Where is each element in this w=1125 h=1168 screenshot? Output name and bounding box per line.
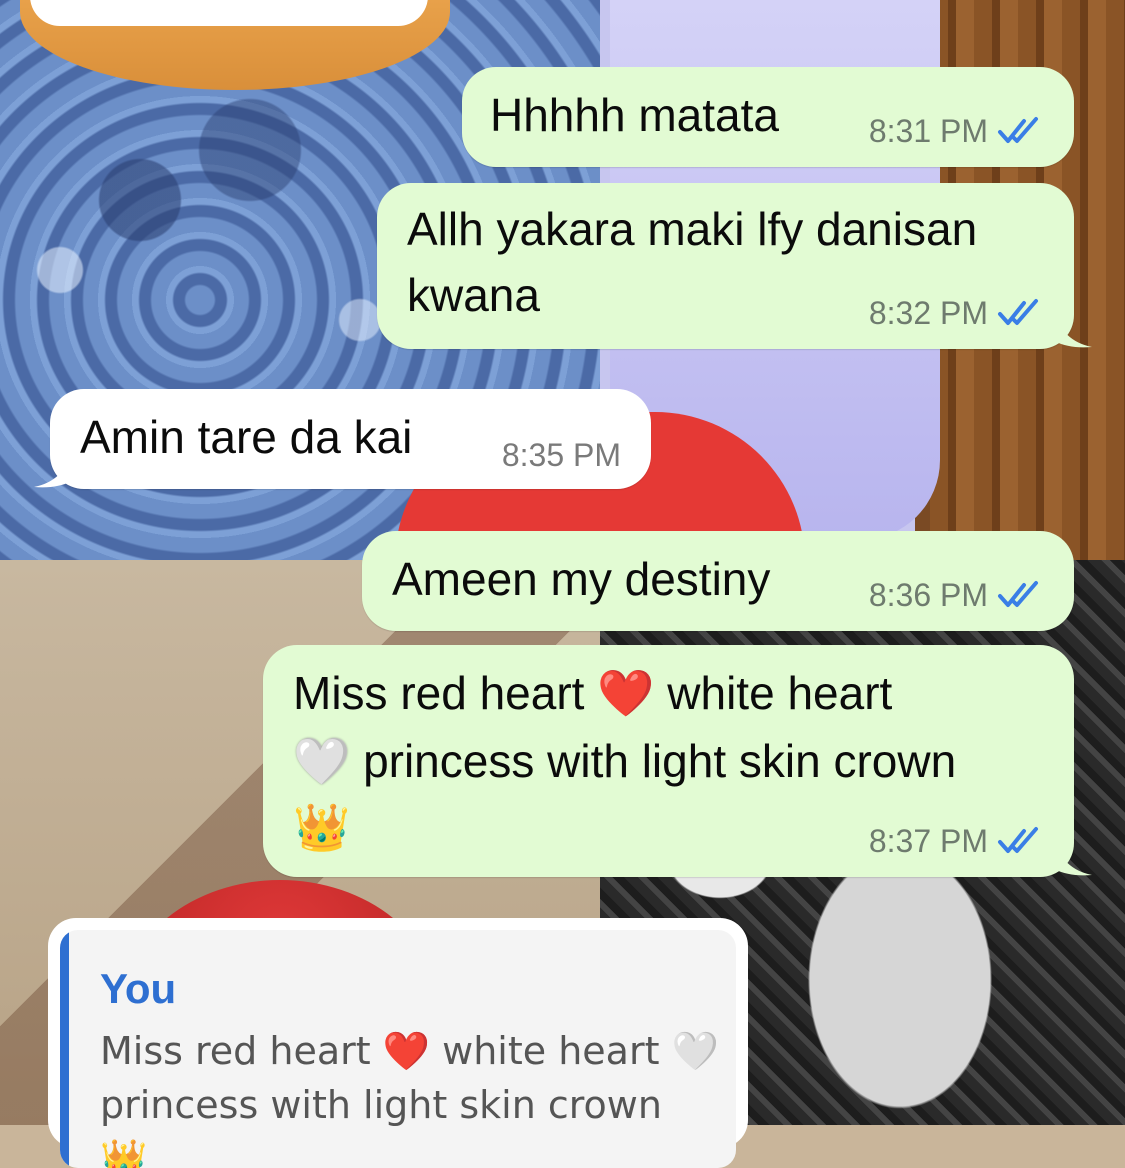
message-bubble-incoming-reply[interactable]: You Miss red heart ❤️ white heart 🤍 prin… [48, 918, 748, 1168]
message-meta: 8:35 PM [502, 435, 621, 475]
white-heart-emoji: 🤍 [293, 734, 351, 788]
double-check-icon [996, 116, 1044, 146]
crown-emoji: 👑 [293, 800, 351, 854]
message-list[interactable]: Hhhhh matata 8:31 PM Allh yakara maki lf… [0, 0, 1125, 1168]
message-text-line: Allh yakara maki lfy danisan [407, 203, 978, 255]
previous-message-bubble[interactable] [30, 0, 428, 26]
bubble-tail [1054, 311, 1092, 348]
message-text: Ameen my destiny [392, 553, 771, 605]
message-text-fragment: white heart [667, 667, 893, 719]
quote-accent-bar [60, 930, 69, 1168]
quoted-text-line: Miss red heart ❤️ white heart 🤍 [100, 1029, 719, 1073]
message-bubble-outgoing[interactable]: Hhhhh matata 8:31 PM [462, 67, 1074, 167]
message-meta: 8:37 PM [869, 821, 1044, 861]
message-time: 8:36 PM [868, 577, 988, 613]
double-check-icon [996, 826, 1044, 856]
double-check-icon [996, 298, 1044, 328]
bubble-tail [34, 451, 72, 488]
double-check-icon [996, 580, 1044, 610]
message-text-line: Miss red heart ❤️ white heart [293, 661, 892, 725]
message-text-line: 🤍 princess with light skin crown [293, 729, 956, 793]
message-text-fragment: Miss red heart [293, 667, 585, 719]
message-bubble-outgoing[interactable]: Allh yakara maki lfy danisan kwana 8:32 … [377, 183, 1092, 349]
message-text-line: kwana [407, 269, 540, 321]
message-text: Amin tare da kai [80, 411, 413, 463]
message-time: 8:32 PM [868, 295, 988, 331]
message-bubble-outgoing[interactable]: Ameen my destiny 8:36 PM [362, 531, 1074, 631]
quoted-author: You [100, 965, 177, 1012]
message-meta: 8:36 PM [869, 575, 1044, 615]
message-time: 8:35 PM [501, 437, 621, 473]
message-text-line: 👑 [293, 795, 350, 859]
quoted-text: Miss red heart ❤️ white heart 🤍 princess… [100, 1024, 720, 1168]
message-bubble-incoming[interactable]: Amin tare da kai 8:35 PM [34, 389, 651, 489]
quoted-text-line: princess with light skin crown 👑 [100, 1083, 662, 1168]
message-bubble-outgoing[interactable]: Miss red heart ❤️ white heart 🤍 princess… [263, 645, 1092, 877]
quoted-message[interactable]: You Miss red heart ❤️ white heart 🤍 prin… [60, 930, 736, 1168]
message-text: Hhhhh matata [490, 89, 779, 141]
message-meta: 8:32 PM [869, 293, 1044, 333]
message-time: 8:31 PM [868, 113, 988, 149]
message-meta: 8:31 PM [869, 111, 1044, 151]
message-text-fragment: princess with light skin crown [363, 735, 957, 787]
red-heart-emoji: ❤️ [597, 666, 655, 720]
bubble-tail [1054, 839, 1092, 876]
message-time: 8:37 PM [868, 823, 988, 859]
